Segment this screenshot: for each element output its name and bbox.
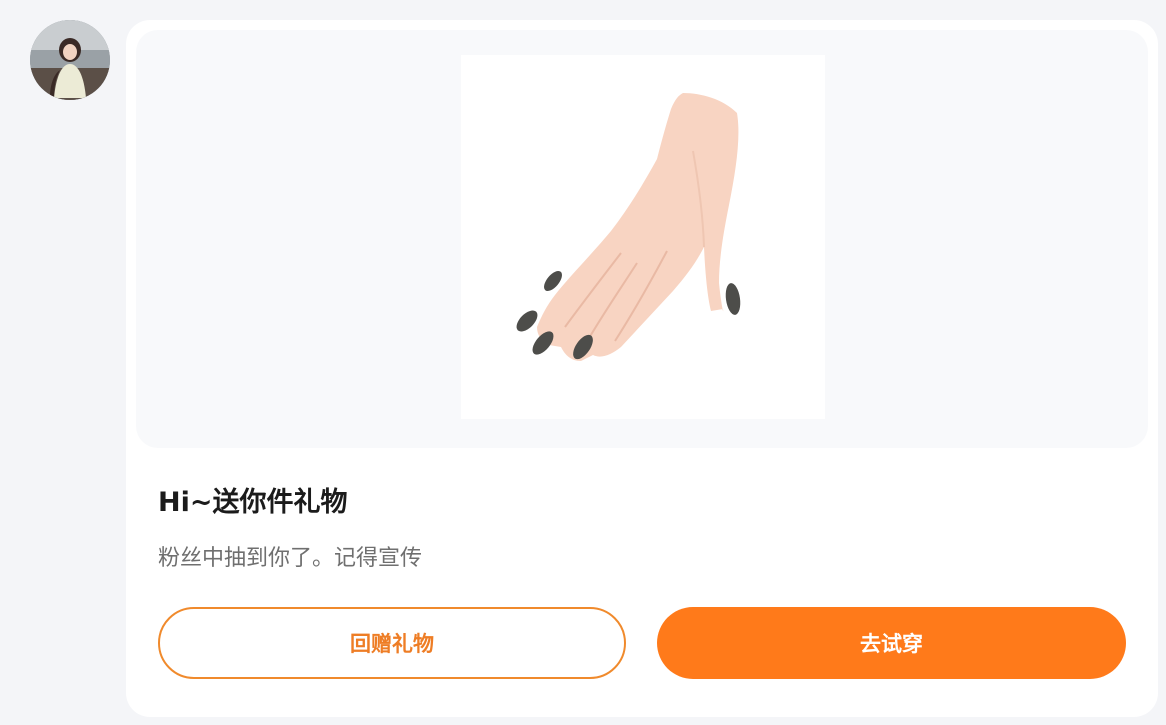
hand-nails-illustration: [516, 93, 741, 361]
gift-message: 粉丝中抽到你了。记得宣传: [158, 546, 423, 571]
product-image[interactable]: [461, 55, 825, 419]
product-image-area: [136, 30, 1148, 448]
gift-card: Hi~送你件礼物 粉丝中抽到你了。记得宣传 回赠礼物 去试穿: [126, 20, 1158, 717]
chat-page: Hi~送你件礼物 粉丝中抽到你了。记得宣传 回赠礼物 去试穿: [0, 0, 1166, 725]
gift-back-button-label: 回赠礼物: [350, 632, 434, 656]
gift-title: Hi~送你件礼物: [158, 487, 348, 518]
avatar-photo: [30, 20, 110, 100]
gift-back-button[interactable]: 回赠礼物: [158, 607, 626, 679]
try-on-button[interactable]: 去试穿: [657, 607, 1126, 679]
try-on-button-label: 去试穿: [860, 632, 923, 656]
avatar[interactable]: [30, 20, 110, 100]
